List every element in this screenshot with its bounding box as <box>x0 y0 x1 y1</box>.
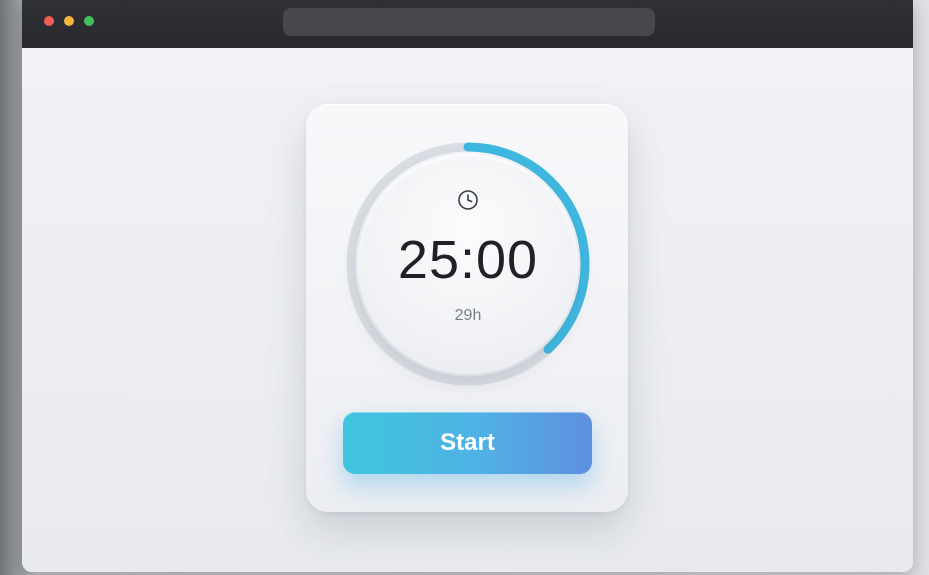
minimize-window-button[interactable] <box>64 16 74 26</box>
clock-icon <box>458 190 478 210</box>
address-bar[interactable] <box>283 8 655 36</box>
page-content: 25:00 29h Start <box>22 48 913 572</box>
timer-card: 25:00 29h Start <box>306 104 628 512</box>
browser-window: 25:00 29h Start <box>22 0 913 572</box>
start-button[interactable]: Start <box>343 412 592 474</box>
close-window-button[interactable] <box>44 16 54 26</box>
timer-subtext: 29h <box>454 307 482 324</box>
title-bar <box>22 0 913 48</box>
timer-display: 25:00 <box>397 230 539 290</box>
zoom-window-button[interactable] <box>84 16 94 26</box>
